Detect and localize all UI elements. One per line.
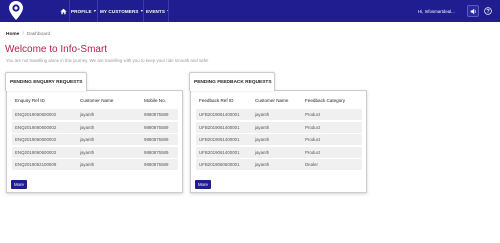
- table-row[interactable]: UFB2019061400001 jayanth Product: [196, 134, 362, 145]
- table-cell: Product: [305, 149, 321, 155]
- table-cell: 9880875589: [144, 112, 169, 117]
- table-cell: UFB2019061400001: [199, 124, 240, 130]
- table-row[interactable]: ENQ2019060600002 jayanth 9880875589: [12, 121, 178, 133]
- table-cell: UFB2019060500001: [199, 162, 240, 167]
- nav-profile[interactable]: PROFILE ▼: [71, 0, 97, 22]
- home-icon[interactable]: [58, 0, 68, 22]
- breadcrumb-separator: /: [22, 32, 24, 37]
- pending-feedback-panel: Feedback Ref ID Customer Name Feedback C…: [190, 90, 367, 193]
- enquiry-more-button[interactable]: More: [11, 180, 27, 189]
- table-cell: UFB2019061400001: [199, 149, 240, 155]
- nav-events[interactable]: EVENTS ▼: [146, 0, 170, 22]
- table-row[interactable]: ENQ2019060600002 jayanth 9880875589: [12, 109, 178, 120]
- table-cell: UFB2019061400001: [199, 137, 240, 142]
- table-cell: 9880875589: [144, 124, 169, 130]
- table-row[interactable]: UFB2019061400001 jayanth Product: [196, 121, 362, 133]
- table-cell: jayanth: [255, 162, 270, 167]
- nav-my-customers-label: MY CUSTOMERS: [100, 8, 139, 14]
- table-row[interactable]: UFB2019061400001 jayanth Product: [196, 109, 362, 120]
- nav-events-label: EVENTS: [146, 8, 165, 14]
- table-cell: UFB2019061400001: [199, 112, 240, 117]
- speaker-button[interactable]: [467, 5, 479, 17]
- tab-pending-feedback[interactable]: PENDING FEEDBACK REQUESTS: [189, 72, 275, 91]
- table-cell: Product: [305, 137, 321, 142]
- enquiry-col-customer-name: Customer Name: [80, 98, 114, 103]
- table-cell: jayanth: [255, 149, 270, 155]
- tab-pending-enquiry[interactable]: PENDING ENQUIRY REQUESTS: [5, 72, 87, 91]
- breadcrumb-current: Dashboard: [26, 32, 51, 37]
- table-row[interactable]: UFB2019060500001 jayanth Dealer: [196, 159, 362, 170]
- table-cell: Dealer: [305, 162, 318, 167]
- table-row[interactable]: ENQ2019060600002 jayanth 9880875589: [12, 134, 178, 145]
- table-cell: 9880875589: [144, 137, 169, 142]
- page-subtitle: You are not travelling alone in this jou…: [6, 58, 209, 63]
- table-cell: jayanth: [80, 149, 95, 155]
- feedback-more-button[interactable]: More: [195, 180, 211, 189]
- table-cell: jayanth: [80, 137, 95, 142]
- nav-profile-label: PROFILE: [71, 8, 92, 14]
- table-row[interactable]: ENQ2019052100009 jayanth 9880875589: [12, 159, 178, 170]
- table-row[interactable]: ENQ2019060600002 jayanth 9880875589: [12, 146, 178, 158]
- breadcrumb: Home / Dashboard: [6, 32, 50, 37]
- speaker-icon: [470, 8, 476, 14]
- table-cell: jayanth: [255, 112, 270, 117]
- help-icon[interactable]: [484, 7, 492, 15]
- nav-divider: [143, 0, 144, 22]
- table-cell: Product: [305, 112, 321, 117]
- table-cell: ENQ2019060600002: [15, 149, 57, 155]
- feedback-col-ref-id: Feedback Ref ID: [199, 98, 234, 103]
- table-cell: 9880875589: [144, 162, 169, 167]
- table-cell: jayanth: [80, 162, 95, 167]
- nav-my-customers[interactable]: MY CUSTOMERS ▼: [100, 0, 144, 22]
- breadcrumb-home[interactable]: Home: [6, 32, 19, 37]
- table-cell: jayanth: [80, 112, 95, 117]
- table-cell: Product: [305, 124, 321, 130]
- enquiry-col-mobile: Mobile No.: [144, 98, 166, 103]
- nav-divider: [168, 0, 169, 22]
- top-navbar: PROFILE ▼ MY CUSTOMERS ▼ EVENTS ▼ Hi, In…: [0, 0, 500, 22]
- page-title: Welcome to Info-Smart: [5, 44, 108, 55]
- user-greeting[interactable]: Hi, Infosmartdeal...: [418, 0, 455, 22]
- table-cell: jayanth: [255, 137, 270, 142]
- table-row[interactable]: UFB2019061400001 jayanth Product: [196, 146, 362, 158]
- feedback-col-category: Feedback Category: [305, 98, 346, 103]
- nav-divider: [97, 0, 98, 22]
- table-cell: jayanth: [255, 124, 270, 130]
- table-cell: ENQ2019052100009: [15, 162, 57, 167]
- table-cell: ENQ2019060600002: [15, 124, 57, 130]
- pending-enquiry-panel: Enquiry Ref ID Customer Name Mobile No. …: [6, 90, 183, 193]
- nav-divider: [69, 0, 70, 22]
- table-cell: 9880875589: [144, 149, 169, 155]
- table-cell: jayanth: [80, 124, 95, 130]
- enquiry-col-ref-id: Enquiry Ref ID: [15, 98, 45, 103]
- table-cell: ENQ2019060600002: [15, 137, 57, 142]
- logo-icon[interactable]: [8, 0, 24, 22]
- table-cell: ENQ2019060600002: [15, 112, 57, 117]
- feedback-col-customer-name: Customer Name: [255, 98, 289, 103]
